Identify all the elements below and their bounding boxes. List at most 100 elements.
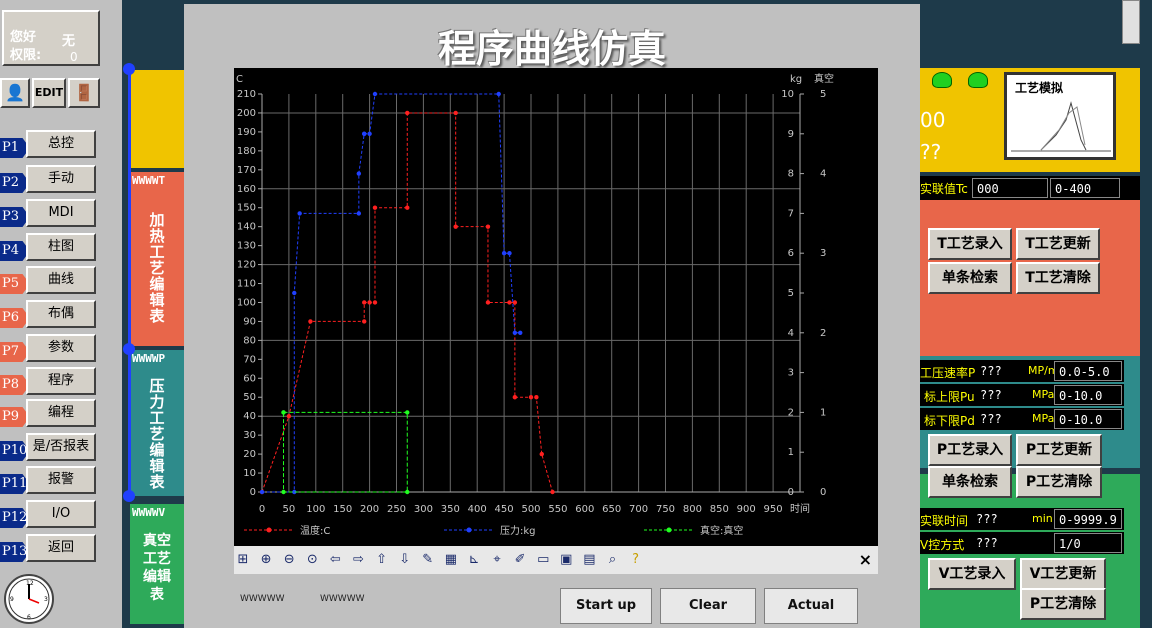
svg-text:3: 3 — [44, 596, 48, 603]
p-process-update-button[interactable]: P工艺更新 — [1016, 434, 1102, 466]
y-left-tick-label: 80 — [243, 335, 256, 346]
x-tick-label: 300 — [414, 504, 433, 515]
permission-label: 权限: — [10, 48, 42, 63]
start-up-button[interactable]: Start up — [560, 588, 652, 624]
zoom-in-icon[interactable]: ⊕ — [258, 552, 274, 568]
toolbar-close-icon[interactable]: × — [859, 550, 872, 569]
zoom-box-icon[interactable]: ⊞ — [235, 552, 251, 568]
legend-marker-3 — [666, 527, 672, 533]
series-2-point — [292, 290, 297, 296]
series-1-point — [362, 300, 367, 305]
y-left-tick-label: 100 — [237, 297, 256, 308]
nav-button-p9[interactable]: 编程 — [26, 399, 96, 427]
x-tick-label: 200 — [360, 504, 379, 515]
vacuum-section[interactable]: WWWWV 真空工艺编辑表 — [130, 504, 184, 624]
clear-button[interactable]: Clear — [660, 588, 756, 624]
axis-icon[interactable]: ⊾ — [466, 552, 482, 568]
save-icon[interactable]: ▣ — [558, 552, 574, 568]
x-tick-label: 100 — [306, 504, 325, 515]
p-row-value-3: ??? — [976, 409, 1024, 429]
p-process-entry-button[interactable]: P工艺录入 — [928, 434, 1012, 466]
y-right2-tick-label: 2 — [820, 328, 826, 339]
t-process-update-button[interactable]: T工艺更新 — [1016, 228, 1100, 260]
print-preview-icon[interactable]: ⌕ — [605, 552, 621, 568]
nav-button-p10[interactable]: 是/否报表 — [26, 433, 96, 461]
p-single-search-button[interactable]: 单条检索 — [928, 466, 1012, 498]
series-1-point — [453, 110, 458, 116]
left-nav-panel: 您好 无 权限: 0 👤 EDIT 🚪 P1 总控 P2 手动 P3 MDI P4 柱图 P5 曲… — [0, 0, 122, 628]
v-p-process-clear-button[interactable]: P工艺清除 — [1020, 588, 1106, 620]
y-left-tick-label: 110 — [237, 279, 256, 290]
nav-button-p5[interactable]: 曲线 — [26, 266, 96, 294]
series-2-point — [372, 91, 378, 97]
p-row-label-1: 工压速率PF — [920, 366, 983, 380]
y-left-tick-label: 20 — [243, 449, 256, 460]
nav-button-p13[interactable]: 返回 — [26, 534, 96, 562]
x-tick-label: 900 — [737, 504, 756, 515]
scrollbar[interactable] — [1122, 0, 1140, 44]
heat-section-label: 加热工艺编辑表 — [147, 212, 166, 324]
vacuum-section-label: 真空工艺编辑表 — [143, 533, 171, 603]
pan-down-icon[interactable]: ⇩ — [397, 552, 413, 568]
t-process-clear-button[interactable]: T工艺清除 — [1016, 262, 1100, 294]
properties-icon[interactable]: ✐ — [512, 552, 528, 568]
nav-button-p3[interactable]: MDI — [26, 199, 96, 227]
cursor-icon[interactable]: ⌖ — [489, 552, 505, 568]
grid-icon[interactable]: ▦ — [443, 552, 459, 568]
pan-up-icon[interactable]: ⇧ — [374, 552, 390, 568]
nav-button-p12[interactable]: I/O — [26, 500, 96, 528]
heat-section[interactable]: WWWWT 加热工艺编辑表 — [130, 172, 184, 346]
legend-label-3: 真空:真空 — [700, 524, 743, 537]
t-single-search-button[interactable]: 单条检索 — [928, 262, 1012, 294]
help-icon[interactable]: ? — [628, 552, 644, 568]
partial-value-2: ?? — [920, 140, 942, 164]
greeting-label: 您好 — [10, 30, 37, 45]
nav-button-p1[interactable]: 总控 — [26, 130, 96, 158]
process-sim-thumbnail[interactable]: 工艺模拟 — [1004, 72, 1116, 160]
p-row-unit-2: MPa — [1032, 388, 1055, 401]
auto-scale-icon[interactable]: ✎ — [420, 552, 436, 568]
greeting-value: 无 — [62, 34, 76, 49]
y-right1-tick-label: 1 — [788, 447, 794, 458]
pressure-section[interactable]: WWWWP 压力工艺编辑表 — [130, 350, 184, 496]
zoom-out-icon[interactable]: ⊖ — [281, 552, 297, 568]
y-right2-tick-label: 1 — [820, 407, 826, 418]
p-row-unit-3: MPa — [1032, 412, 1055, 425]
nav-button-p8[interactable]: 程序 — [26, 367, 96, 395]
tc-range: 0-400 — [1050, 178, 1120, 198]
series-1-point — [539, 451, 544, 457]
zoom-reset-icon[interactable]: ⊙ — [304, 552, 320, 568]
status-light-1 — [932, 72, 952, 88]
actual-button[interactable]: Actual — [764, 588, 858, 624]
open-folder-icon[interactable]: ▭ — [535, 552, 551, 568]
print-icon[interactable]: ▤ — [581, 552, 597, 568]
nav-button-p7[interactable]: 参数 — [26, 334, 96, 362]
y-left-tick-label: 0 — [250, 487, 256, 498]
nav-button-p6[interactable]: 布偶 — [26, 300, 96, 328]
x-tick-label: 0 — [259, 504, 265, 515]
nav-button-p11[interactable]: 报警 — [26, 466, 96, 494]
v-process-update-button[interactable]: V工艺更新 — [1020, 558, 1106, 590]
nav-button-p4[interactable]: 柱图 — [26, 233, 96, 261]
y-right2-unit: 真空 — [814, 72, 834, 85]
curve-chart: 0 50 100 150 200 250 300 350 400 450 500 550 600 650 7… — [234, 68, 878, 546]
login-icon[interactable]: 👤 — [0, 78, 30, 108]
x-tick-label: 650 — [602, 504, 621, 515]
page-title: 程序曲线仿真 — [437, 27, 666, 71]
v-row-value-1: ??? — [972, 509, 1026, 529]
y-left-tick-label: 90 — [243, 316, 256, 327]
v-row-label-2: V控方式 — [920, 538, 965, 552]
nav-button-p2[interactable]: 手动 — [26, 165, 96, 193]
exit-door-icon[interactable]: 🚪 — [68, 78, 100, 108]
t-process-entry-button[interactable]: T工艺录入 — [928, 228, 1012, 260]
p-process-clear-button[interactable]: P工艺清除 — [1016, 466, 1102, 498]
pan-right-icon[interactable]: ⇨ — [350, 552, 366, 568]
simulation-window: 程序曲线仿真 0 50 100 150 200 250 300 350 400 450 500 550… — [184, 4, 920, 628]
v-process-entry-button[interactable]: V工艺录入 — [928, 558, 1016, 590]
y-right1-tick-label: 6 — [788, 248, 794, 259]
edit-button[interactable]: EDIT — [32, 78, 66, 108]
bottom-small-label-1: WWWWW — [240, 594, 285, 604]
pan-left-icon[interactable]: ⇦ — [327, 552, 343, 568]
x-tick-label: 700 — [629, 504, 648, 515]
series-1-point — [485, 224, 491, 229]
